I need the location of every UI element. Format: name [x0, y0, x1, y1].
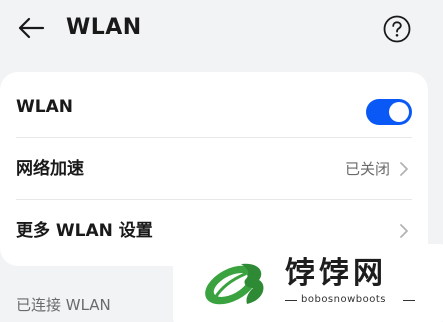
- settings-card: WLAN 网络加速 已关闭 更多 WLAN 设置: [0, 72, 428, 266]
- connected-wlan-section-label: 已连接 WLAN: [16, 296, 111, 314]
- wlan-label: WLAN: [16, 97, 73, 117]
- header: WLAN: [0, 0, 443, 56]
- divider: [285, 300, 297, 301]
- page-title: WLAN: [66, 15, 142, 40]
- more-wlan-settings-label: 更多 WLAN 设置: [16, 221, 153, 241]
- wlan-row[interactable]: WLAN: [0, 76, 428, 138]
- chevron-right-icon: [400, 224, 408, 238]
- back-button[interactable]: [14, 12, 48, 44]
- watermark-subtitle-text: bobosnowboots: [301, 294, 386, 305]
- question-circle-icon: [383, 15, 411, 43]
- watermark: 饽饽网 bobosnowboots: [173, 244, 443, 322]
- network-acceleration-label: 网络加速: [16, 159, 84, 179]
- wlan-toggle[interactable]: [366, 99, 412, 125]
- watermark-site-name: 饽饽网: [285, 256, 387, 291]
- site-logo-icon: [205, 263, 264, 305]
- help-button[interactable]: [382, 14, 412, 44]
- network-acceleration-row[interactable]: 网络加速 已关闭: [0, 138, 428, 200]
- toggle-knob: [389, 102, 409, 122]
- watermark-subtitle: bobosnowboots: [285, 292, 415, 308]
- network-acceleration-status: 已关闭: [344, 160, 390, 178]
- arrow-left-icon: [18, 17, 45, 39]
- chevron-right-icon: [400, 162, 408, 176]
- divider: [403, 300, 415, 301]
